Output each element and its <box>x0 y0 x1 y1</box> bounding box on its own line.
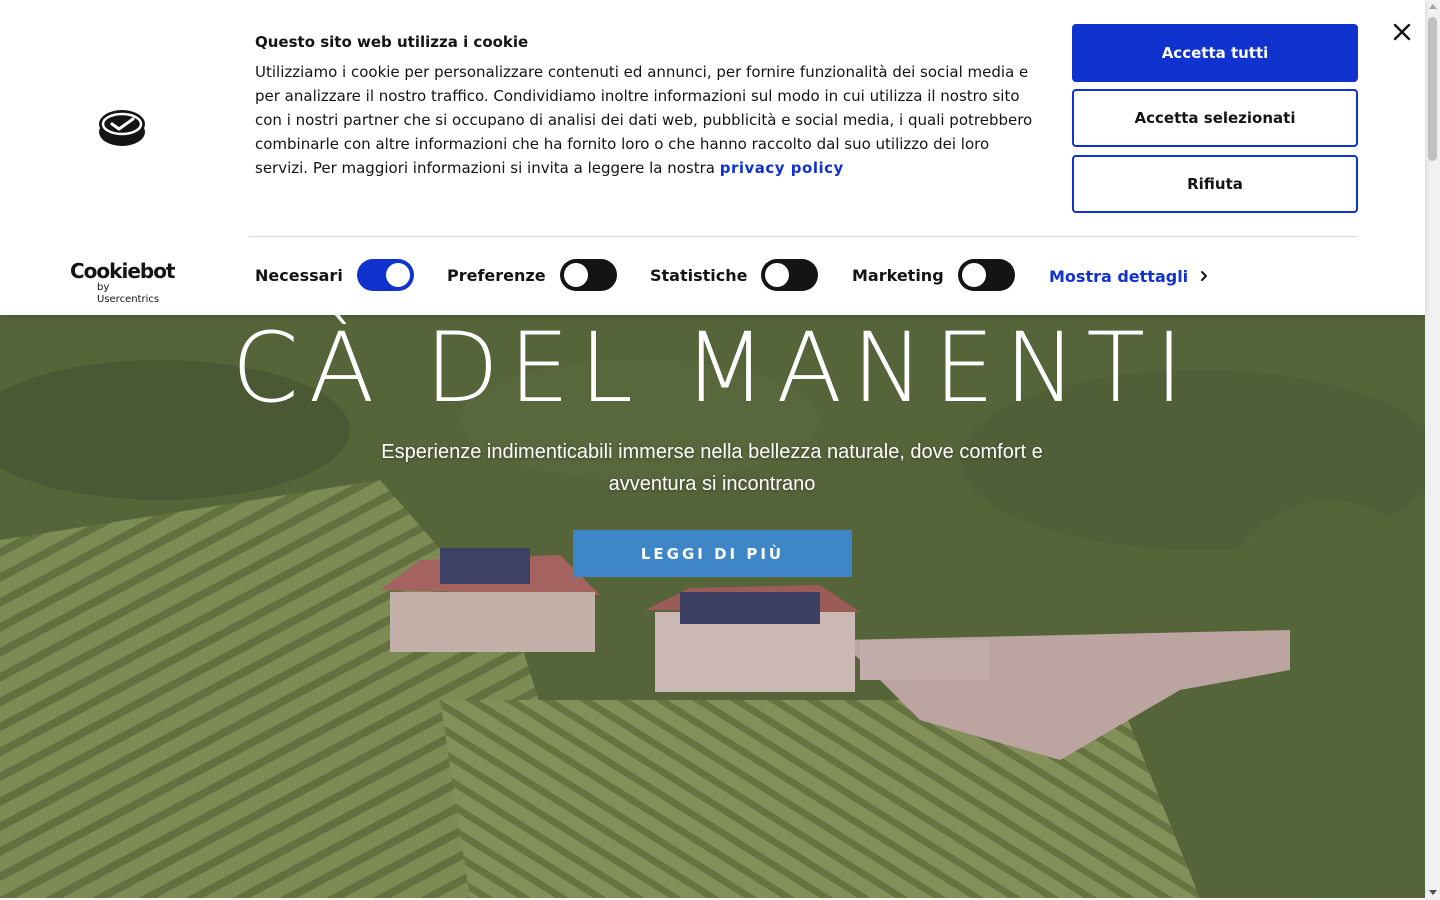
page-scrollbar[interactable] <box>1425 0 1440 900</box>
hero-subtitle: Esperienze indimenticabili immerse nella… <box>381 441 1043 495</box>
consent-label-necessary: Necessari <box>255 265 343 285</box>
cookie-banner-divider <box>249 236 1358 237</box>
consent-statistics: Statistiche <box>650 258 819 292</box>
toggle-knob <box>385 263 410 287</box>
toggle-necessary[interactable] <box>356 259 414 291</box>
cookiebot-name: Cookiebot <box>70 259 176 283</box>
toggle-preferences[interactable] <box>559 259 617 291</box>
toggle-knob <box>961 263 986 287</box>
consent-preferences: Preferenze <box>447 258 617 292</box>
consent-label-preferences: Preferenze <box>447 265 546 285</box>
privacy-policy-link[interactable]: privacy policy <box>720 159 844 177</box>
read-more-button[interactable]: LEGGI DI PIÙ <box>573 530 852 577</box>
close-icon[interactable] <box>1390 20 1414 44</box>
consent-label-marketing: Marketing <box>852 265 944 285</box>
cookiebot-subtitle: by Usercentrics <box>97 282 160 305</box>
show-details-link[interactable]: Mostra dettagli <box>1049 264 1210 288</box>
cookie-banner-title: Questo sito web utilizza i cookie <box>255 33 529 51</box>
consent-marketing: Marketing <box>852 258 1015 292</box>
cookiebot-consent-icon <box>99 110 145 146</box>
toggle-statistics[interactable] <box>761 259 819 291</box>
accept-all-button[interactable]: Accetta tutti <box>1072 24 1358 82</box>
cookie-consent-banner: Cookiebot by Usercentrics Questo sito we… <box>0 0 1425 315</box>
consent-label-statistics: Statistiche <box>650 265 748 285</box>
show-details-label: Mostra dettagli <box>1049 266 1189 286</box>
reject-button[interactable]: Rifiuta <box>1072 155 1358 213</box>
toggle-knob <box>765 263 790 287</box>
hero-title: CÀ DEL MANENTI <box>231 312 1194 424</box>
chevron-right-icon <box>1201 271 1208 281</box>
consent-necessary: Necessari <box>255 258 414 292</box>
toggle-marketing[interactable] <box>957 259 1015 291</box>
toggle-knob <box>563 263 588 287</box>
scroll-up-arrow-icon[interactable] <box>1429 4 1437 9</box>
scroll-down-arrow-icon[interactable] <box>1429 890 1437 895</box>
accept-selected-button[interactable]: Accetta selezionati <box>1072 89 1358 147</box>
scrollbar-thumb[interactable] <box>1428 17 1437 161</box>
cookie-banner-body: Utilizziamo i cookie per personalizzare … <box>255 63 1033 177</box>
cookie-banner-text: Utilizziamo i cookie per personalizzare … <box>255 60 1035 180</box>
cookiebot-logo: Cookiebot by Usercentrics <box>70 259 176 306</box>
